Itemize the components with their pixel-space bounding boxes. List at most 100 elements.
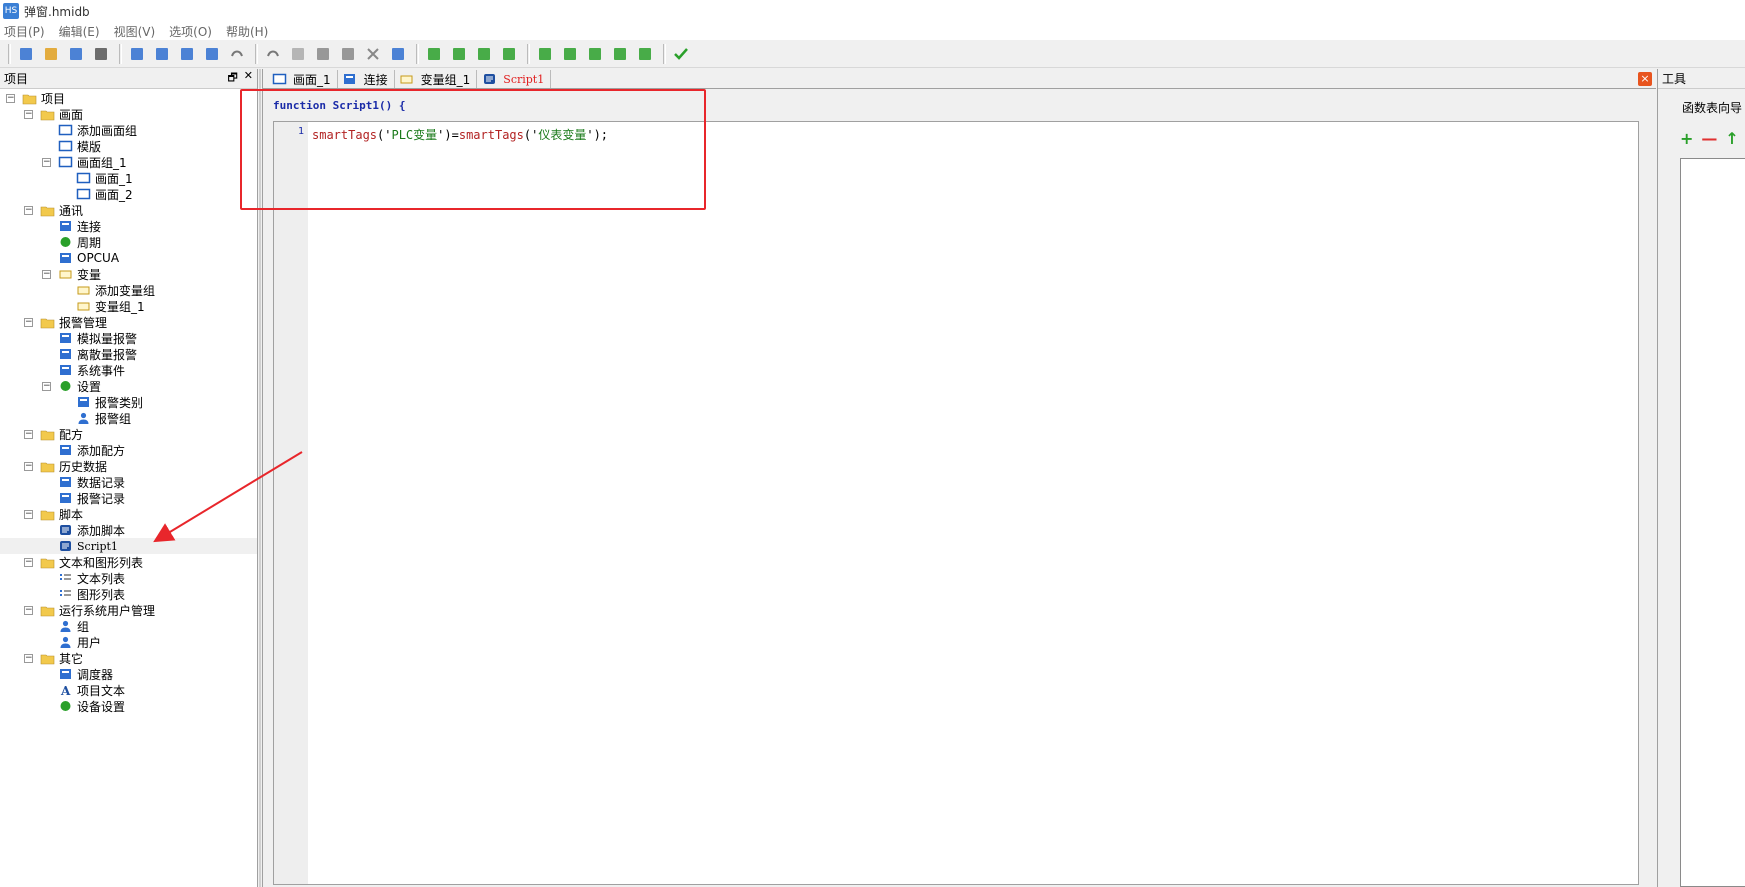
new-icon[interactable] — [15, 43, 37, 65]
tree-item[interactable]: 数据记录 — [0, 474, 257, 490]
collapse-toggle-icon[interactable]: − — [24, 109, 33, 119]
graphic-list-icon — [57, 587, 73, 601]
tree-item[interactable]: 添加画面组 — [0, 122, 257, 138]
tree-item[interactable]: Script1 — [0, 538, 257, 554]
tree-item[interactable]: A 项目文本 — [0, 682, 257, 698]
add-icon[interactable]: + — [1680, 129, 1693, 148]
close-icon[interactable]: ✕ — [244, 69, 253, 88]
collapse-toggle-icon[interactable]: − — [6, 93, 15, 103]
compile-f-icon[interactable] — [448, 43, 470, 65]
tree-item[interactable]: 报警记录 — [0, 490, 257, 506]
tree-item[interactable]: − 配方 — [0, 426, 257, 442]
compile-c-icon[interactable] — [423, 43, 445, 65]
print-icon[interactable] — [90, 43, 112, 65]
check-icon[interactable] — [670, 43, 692, 65]
tree-item[interactable]: − 设置 — [0, 378, 257, 394]
insert-col-icon[interactable] — [559, 43, 581, 65]
collapse-toggle-icon[interactable]: − — [24, 653, 33, 663]
compile-sf-icon[interactable] — [498, 43, 520, 65]
remove-icon[interactable] — [609, 43, 631, 65]
collapse-toggle-icon[interactable]: − — [42, 381, 51, 391]
collapse-toggle-icon[interactable]: − — [42, 157, 51, 167]
tree-item[interactable]: 模版 — [0, 138, 257, 154]
editor-tabs: 画面_1 连接 变量组_1 Script1 × — [263, 69, 1656, 89]
tree-item[interactable]: − 历史数据 — [0, 458, 257, 474]
function-list[interactable] — [1680, 158, 1745, 887]
save-icon[interactable] — [65, 43, 87, 65]
tree-item[interactable]: − 画面 — [0, 106, 257, 122]
collapse-toggle-icon[interactable]: − — [42, 269, 51, 279]
tree-item[interactable]: 设备设置 — [0, 698, 257, 714]
undo-icon[interactable] — [226, 43, 248, 65]
tree-item[interactable]: 图形列表 — [0, 586, 257, 602]
copy-icon[interactable] — [312, 43, 334, 65]
tree-item[interactable]: 画面_1 — [0, 170, 257, 186]
editor-tab[interactable]: Script1 — [477, 70, 552, 88]
code-token-punct: (' — [523, 128, 539, 142]
delete-icon[interactable] — [362, 43, 384, 65]
menu-project[interactable]: 项目(P) — [4, 23, 45, 40]
find-icon[interactable] — [387, 43, 409, 65]
tree-item[interactable]: − 其它 — [0, 650, 257, 666]
tree-item[interactable]: − 报警管理 — [0, 314, 257, 330]
tree-item[interactable]: 连接 — [0, 218, 257, 234]
collapse-toggle-icon[interactable]: − — [24, 461, 33, 471]
tree-item[interactable]: − 变量 — [0, 266, 257, 282]
menu-edit[interactable]: 编辑(E) — [59, 23, 100, 40]
float-icon[interactable]: 🗗 — [227, 69, 237, 88]
move-up-icon[interactable]: ↑ — [1725, 129, 1738, 148]
tree-item[interactable]: 用户 — [0, 634, 257, 650]
tree-item[interactable]: 画面_2 — [0, 186, 257, 202]
close-document-icon[interactable]: × — [1638, 72, 1652, 86]
tree-item[interactable]: − 通讯 — [0, 202, 257, 218]
panel-splitter[interactable] — [259, 69, 261, 887]
tree-item[interactable]: 离散量报警 — [0, 346, 257, 362]
editor-tab[interactable]: 连接 — [338, 70, 395, 88]
menu-options[interactable]: 选项(O) — [169, 23, 212, 40]
code-line[interactable]: smartTags('PLC变量')=smartTags('仪表变量'); — [312, 126, 608, 143]
tree-item[interactable]: − 脚本 — [0, 506, 257, 522]
compile-sv-icon[interactable] — [473, 43, 495, 65]
tree-item[interactable]: 组 — [0, 618, 257, 634]
tree-item[interactable]: − 画面组_1 — [0, 154, 257, 170]
insert-row-icon[interactable] — [534, 43, 556, 65]
collapse-toggle-icon[interactable]: − — [24, 317, 33, 327]
cut-icon[interactable] — [287, 43, 309, 65]
collapse-toggle-icon[interactable]: − — [24, 205, 33, 215]
upload-icon[interactable] — [201, 43, 223, 65]
open-icon[interactable] — [40, 43, 62, 65]
tree-item[interactable]: 添加配方 — [0, 442, 257, 458]
tree-item[interactable]: − 文本和图形列表 — [0, 554, 257, 570]
tree-item[interactable]: 系统事件 — [0, 362, 257, 378]
tree-item[interactable]: − 运行系统用户管理 — [0, 602, 257, 618]
editor-tab[interactable]: 变量组_1 — [395, 70, 478, 88]
screen-list-icon[interactable] — [126, 43, 148, 65]
tree-item[interactable]: 调度器 — [0, 666, 257, 682]
tree-item[interactable]: − 项目 — [0, 90, 257, 106]
remove-icon[interactable]: — — [1701, 129, 1717, 148]
tree-item[interactable]: 添加脚本 — [0, 522, 257, 538]
collapse-toggle-icon[interactable]: − — [24, 429, 33, 439]
tree-item[interactable]: 文本列表 — [0, 570, 257, 586]
collapse-toggle-icon[interactable]: − — [24, 557, 33, 567]
redo-icon[interactable] — [262, 43, 284, 65]
scheduler-icon — [57, 667, 73, 681]
editor-tab[interactable]: 画面_1 — [267, 70, 338, 88]
download-icon[interactable] — [176, 43, 198, 65]
tree-item[interactable]: 周期 — [0, 234, 257, 250]
download-device-icon[interactable] — [634, 43, 656, 65]
collapse-toggle-icon[interactable]: − — [24, 509, 33, 519]
collapse-toggle-icon[interactable]: − — [24, 605, 33, 615]
screen-new-icon[interactable] — [151, 43, 173, 65]
tree-item[interactable]: OPCUA — [0, 250, 257, 266]
tree-item[interactable]: 报警组 — [0, 410, 257, 426]
tree-item[interactable]: 变量组_1 — [0, 298, 257, 314]
paste-icon[interactable] — [337, 43, 359, 65]
tree-item[interactable]: 添加变量组 — [0, 282, 257, 298]
tree-item[interactable]: 报警类别 — [0, 394, 257, 410]
menu-view[interactable]: 视图(V) — [114, 23, 156, 40]
menu-help[interactable]: 帮助(H) — [226, 23, 268, 40]
edit-icon[interactable] — [584, 43, 606, 65]
code-editor[interactable]: 1 smartTags('PLC变量')=smartTags('仪表变量'); — [273, 121, 1639, 885]
tree-item[interactable]: 模拟量报警 — [0, 330, 257, 346]
